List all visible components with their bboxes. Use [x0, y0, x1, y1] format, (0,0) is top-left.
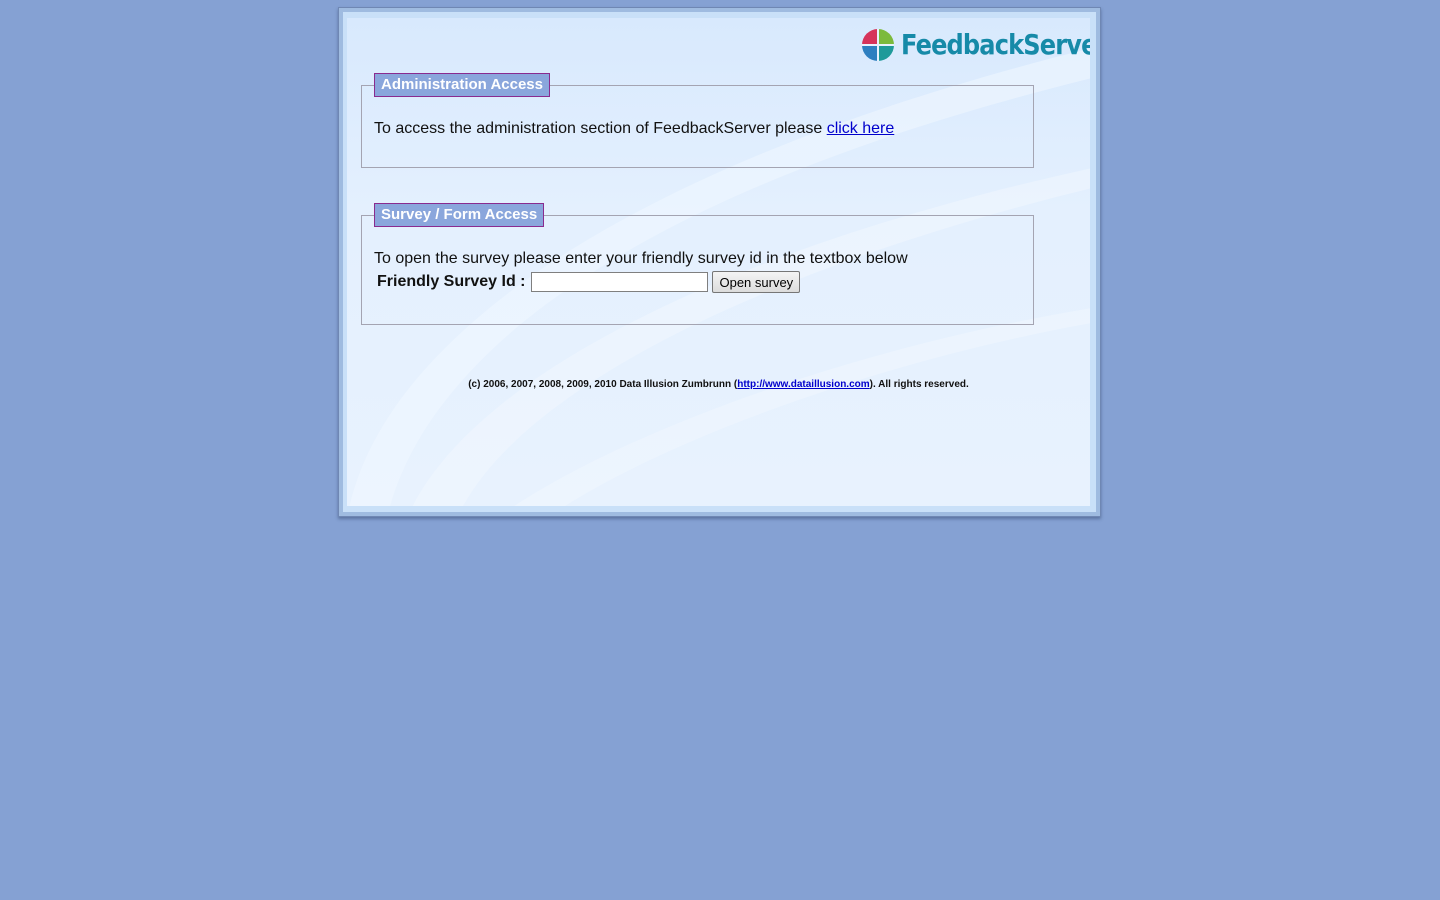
survey-form-access-legend: Survey / Form Access — [374, 203, 545, 227]
friendly-survey-id-input[interactable] — [531, 272, 709, 292]
survey-instructions: To open the survey please enter your fri… — [374, 250, 908, 267]
pie-logo-blue-slice — [862, 45, 878, 61]
pie-logo-teal-slice — [878, 45, 894, 61]
feedbackserver-logo: FeedbackServer — [861, 28, 1090, 62]
open-survey-button[interactable]: Open survey — [712, 271, 801, 293]
pie-logo-green-slice — [878, 29, 894, 45]
administration-access-legend: Administration Access — [374, 73, 550, 97]
admin-access-instructions: To access the administration section of … — [374, 120, 827, 137]
copyright-footer: (c) 2006, 2007, 2008, 2009, 2010 Data Il… — [347, 379, 1090, 390]
pie-logo-icon — [862, 29, 894, 61]
dataillusion-link[interactable]: http://www.dataillusion.com — [737, 379, 869, 390]
logo-wordmark: FeedbackServer — [901, 28, 1090, 61]
survey-id-row: Friendly Survey Id : Open survey — [377, 271, 801, 293]
copyright-prefix: (c) 2006, 2007, 2008, 2009, 2010 Data Il… — [468, 379, 738, 390]
survey-form-access-box: Survey / Form Access To open the survey … — [361, 203, 1034, 325]
administration-access-box: Administration Access To access the admi… — [361, 73, 1034, 168]
content-panel: FeedbackServer Administration Access To … — [347, 18, 1090, 506]
admin-access-text: To access the administration section of … — [374, 120, 894, 138]
admin-click-here-link[interactable]: click here — [827, 120, 895, 137]
main-window-frame: FeedbackServer Administration Access To … — [338, 7, 1101, 517]
frame-inner: FeedbackServer Administration Access To … — [343, 12, 1096, 512]
pie-logo-red-slice — [862, 29, 878, 45]
friendly-survey-id-label: Friendly Survey Id : — [377, 273, 526, 290]
copyright-suffix: ). All rights reserved. — [869, 379, 969, 390]
